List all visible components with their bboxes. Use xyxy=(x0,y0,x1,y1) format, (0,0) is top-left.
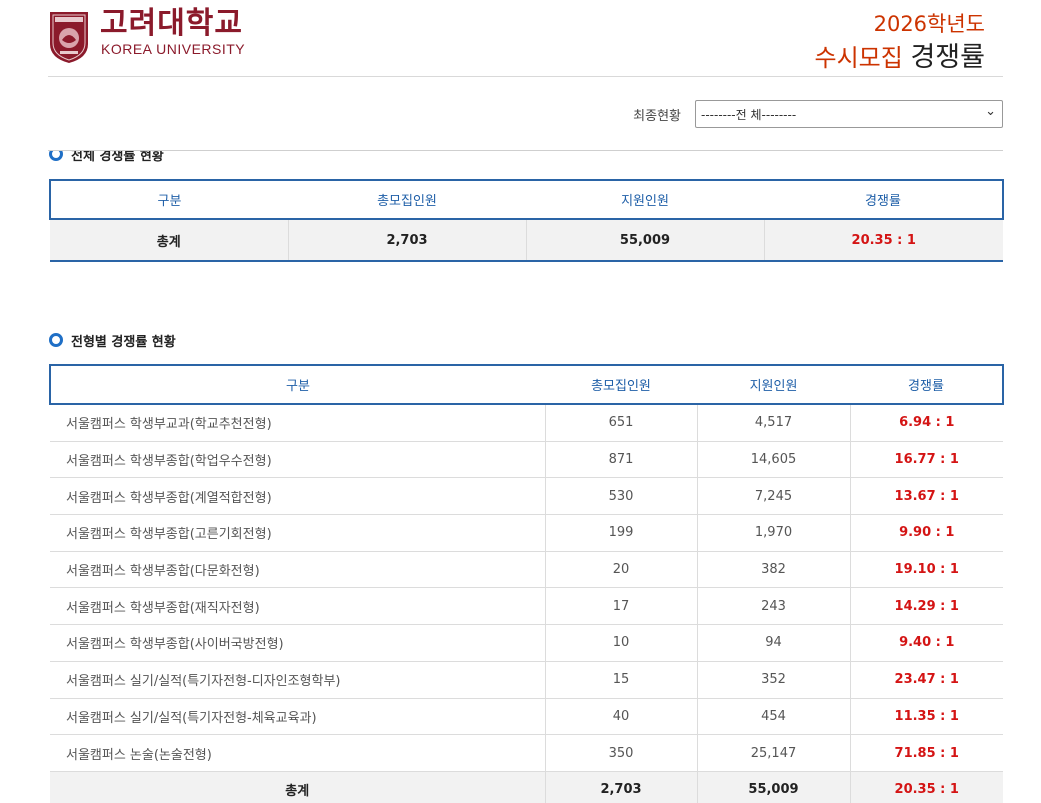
cell-category: 서울캠퍼스 학생부교과(학교추천전형) xyxy=(50,404,546,442)
cell-applicants: 4,517 xyxy=(697,404,851,442)
cell-category: 총계 xyxy=(50,771,546,803)
cell-quota: 651 xyxy=(545,404,698,442)
overall-table: 구분 총모집인원 지원인원 경쟁률 총계 2,703 55,009 20.35 … xyxy=(49,179,1004,262)
cell-quota: 530 xyxy=(545,477,698,516)
cell-applicants: 454 xyxy=(697,698,851,736)
by-type-table: 구분 총모집인원 지원인원 경쟁률 서울캠퍼스 학생부교과(학교추천전형) 651… xyxy=(49,364,1004,803)
cell-applicants: 382 xyxy=(697,551,851,589)
table-row: 서울캠퍼스 실기/실적(특기자전형-체육교육과) 40 454 11.35 : 1 xyxy=(50,698,1003,736)
cell-rate: 19.10 : 1 xyxy=(850,551,1003,589)
cell-rate: 23.47 : 1 xyxy=(850,661,1003,699)
overall-section-title: 전체 경쟁률 현황 xyxy=(49,151,164,164)
cell-category: 서울캠퍼스 논술(논술전형) xyxy=(50,734,546,772)
cell-applicants: 352 xyxy=(697,661,851,699)
table-row: 서울캠퍼스 논술(논술전형) 350 25,147 71.85 : 1 xyxy=(50,734,1003,772)
table-row: 서울캠퍼스 학생부종합(고른기회전형) 199 1,970 9.90 : 1 xyxy=(50,514,1003,552)
cell-quota: 17 xyxy=(545,587,698,626)
by-type-section-title: 전형별 경쟁률 현황 xyxy=(49,331,176,350)
bullet-icon xyxy=(49,333,63,347)
cell-applicants: 7,245 xyxy=(697,477,851,516)
col-header-category: 구분 xyxy=(49,364,545,405)
cell-category: 서울캠퍼스 학생부종합(고른기회전형) xyxy=(50,514,546,552)
korea-university-emblem-icon xyxy=(50,12,88,63)
cell-category: 서울캠퍼스 학생부종합(재직자전형) xyxy=(50,587,546,626)
col-header-applicants: 지원인원 xyxy=(697,364,850,405)
table-row: 서울캠퍼스 학생부종합(사이버국방전형) 10 94 9.40 : 1 xyxy=(50,624,1003,662)
cell-rate: 14.29 : 1 xyxy=(850,587,1003,626)
table-row: 서울캠퍼스 실기/실적(특기자전형-디자인조형학부) 15 352 23.47 : 1 xyxy=(50,661,1003,699)
cell-applicants: 14,605 xyxy=(697,441,851,479)
cell-applicants: 55,009 xyxy=(526,219,765,262)
page-title: 수시모집 경쟁률 xyxy=(815,35,986,74)
cell-category: 서울캠퍼스 학생부종합(학업우수전형) xyxy=(50,441,546,479)
logo-text-korean: 고려대학교 xyxy=(100,6,243,41)
table-row: 서울캠퍼스 학생부종합(다문화전형) 20 382 19.10 : 1 xyxy=(50,551,1003,589)
cell-category: 서울캠퍼스 학생부종합(사이버국방전형) xyxy=(50,624,546,662)
cell-applicants: 243 xyxy=(697,587,851,626)
cell-rate: 9.40 : 1 xyxy=(850,624,1003,662)
status-filter: 최종현황 --------전 체-------- ⌄ xyxy=(48,100,1003,128)
page-title-admission: 수시모집 xyxy=(814,44,903,72)
cell-quota: 20 xyxy=(545,551,698,589)
cell-rate: 71.85 : 1 xyxy=(850,734,1003,772)
cell-applicants: 94 xyxy=(697,624,851,662)
col-header-applicants: 지원인원 xyxy=(526,179,764,220)
col-header-category: 구분 xyxy=(49,179,288,220)
cell-rate: 9.90 : 1 xyxy=(850,514,1003,552)
status-select[interactable]: --------전 체-------- ⌄ xyxy=(695,100,1003,128)
page-title-rate: 경쟁률 xyxy=(910,42,985,73)
cell-category: 서울캠퍼스 학생부종합(다문화전형) xyxy=(50,551,546,589)
col-header-rate: 경쟁률 xyxy=(850,364,1004,405)
table-row: 서울캠퍼스 학생부종합(계열적합전형) 530 7,245 13.67 : 1 xyxy=(50,477,1003,516)
table-row-total: 총계 2,703 55,009 20.35 : 1 xyxy=(50,771,1003,803)
logo-text-english: KOREA UNIVERSITY xyxy=(101,41,246,57)
table-row: 서울캠퍼스 학생부교과(학교추천전형) 651 4,517 6.94 : 1 xyxy=(50,404,1003,442)
cell-quota: 15 xyxy=(545,661,698,699)
cell-quota: 2,703 xyxy=(545,771,698,803)
table-row: 서울캠퍼스 학생부종합(재직자전형) 17 243 14.29 : 1 xyxy=(50,587,1003,626)
cell-quota: 871 xyxy=(545,441,698,479)
table-row-total: 총계 2,703 55,009 20.35 : 1 xyxy=(50,219,1003,262)
cell-quota: 10 xyxy=(545,624,698,662)
cell-applicants: 25,147 xyxy=(697,734,851,772)
header: 고려대학교 KOREA UNIVERSITY 2026학년도 수시모집 경쟁률 xyxy=(48,0,1003,77)
cell-quota: 2,703 xyxy=(288,219,527,262)
cell-rate: 11.35 : 1 xyxy=(850,698,1003,736)
overall-section-title-wrap: 전체 경쟁률 현황 xyxy=(49,151,1004,165)
cell-rate: 20.35 : 1 xyxy=(850,771,1003,803)
cell-quota: 350 xyxy=(545,734,698,772)
cell-category: 서울캠퍼스 학생부종합(계열적합전형) xyxy=(50,477,546,516)
col-header-quota: 총모집인원 xyxy=(288,179,526,220)
admission-year: 2026학년도 xyxy=(873,12,985,36)
table-row: 서울캠퍼스 학생부종합(학업우수전형) 871 14,605 16.77 : 1 xyxy=(50,441,1003,479)
cell-category: 서울캠퍼스 실기/실적(특기자전형-체육교육과) xyxy=(50,698,546,736)
chevron-down-icon: ⌄ xyxy=(985,104,996,119)
cell-applicants: 1,970 xyxy=(697,514,851,552)
cell-applicants: 55,009 xyxy=(697,771,851,803)
col-header-rate: 경쟁률 xyxy=(764,179,1004,220)
cell-rate: 20.35 : 1 xyxy=(764,219,1003,262)
cell-category: 서울캠퍼스 실기/실적(특기자전형-디자인조형학부) xyxy=(50,661,546,699)
cell-rate: 13.67 : 1 xyxy=(850,477,1003,516)
cell-quota: 199 xyxy=(545,514,698,552)
page: 고려대학교 KOREA UNIVERSITY 2026학년도 수시모집 경쟁률 … xyxy=(0,0,1041,803)
cell-category: 총계 xyxy=(50,219,289,262)
bullet-icon xyxy=(49,151,63,161)
cell-rate: 16.77 : 1 xyxy=(850,441,1003,479)
cell-quota: 40 xyxy=(545,698,698,736)
filter-label: 최종현황 xyxy=(633,109,681,124)
col-header-quota: 총모집인원 xyxy=(545,364,697,405)
cell-rate: 6.94 : 1 xyxy=(850,404,1003,442)
status-select-value: --------전 체-------- xyxy=(701,108,797,122)
